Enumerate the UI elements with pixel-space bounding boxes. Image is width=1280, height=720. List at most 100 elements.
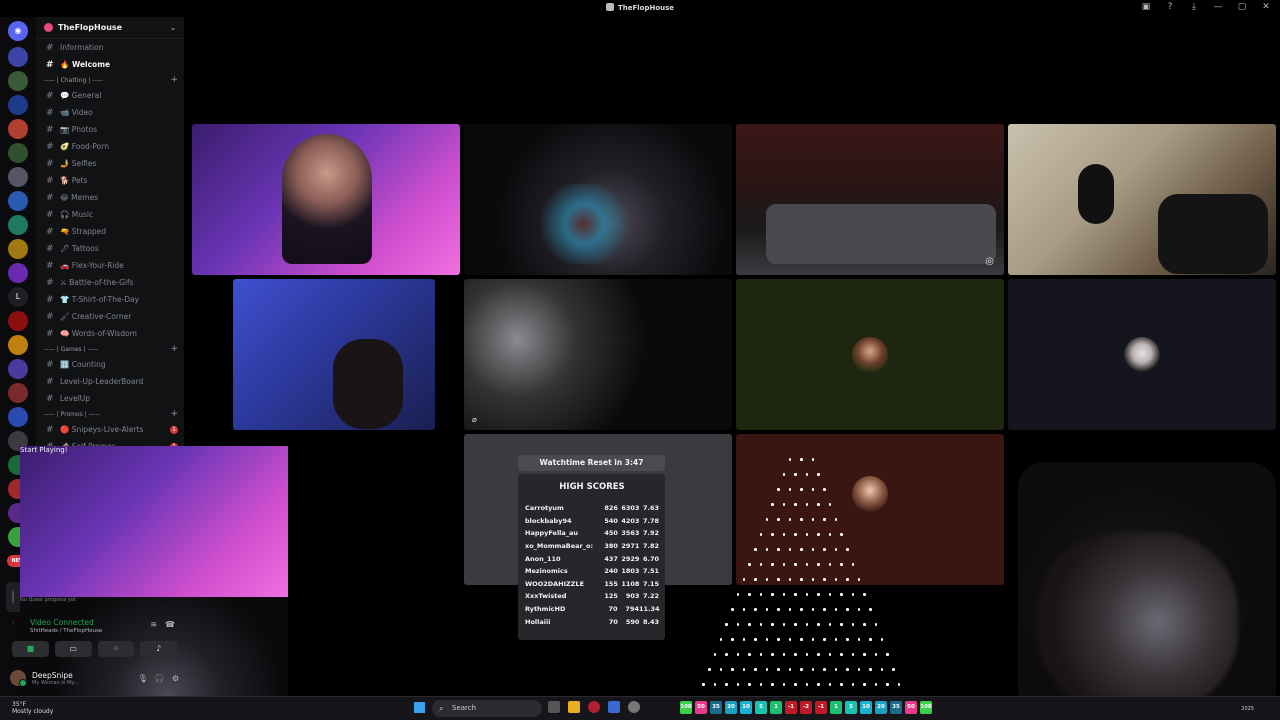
windows-start-icon[interactable] — [414, 702, 425, 713]
file-explorer-icon[interactable] — [568, 701, 580, 713]
inbox-icon[interactable]: ▣ — [1140, 2, 1152, 12]
video-tile[interactable] — [192, 124, 460, 275]
server-icon[interactable] — [8, 119, 28, 139]
text-channel[interactable]: # 🖌 Creative-Corner — [36, 308, 184, 325]
video-tile[interactable] — [1008, 124, 1276, 275]
text-channel[interactable]: # 🔢 Counting — [36, 356, 184, 373]
server-icon[interactable] — [8, 95, 28, 115]
minimize-button[interactable]: — — [1212, 2, 1224, 12]
peg — [817, 563, 820, 566]
direct-messages-icon[interactable]: ◉ — [8, 21, 28, 41]
peg — [771, 503, 774, 506]
video-tile[interactable] — [1018, 462, 1276, 716]
settings-icon[interactable] — [628, 701, 640, 713]
channel-category[interactable]: ----- | Promos | ----- + — [36, 407, 184, 421]
text-channel[interactable]: # 😂 Memes — [36, 189, 184, 206]
peg — [777, 548, 780, 551]
clock[interactable]: 2025 — [1241, 706, 1254, 712]
help-icon[interactable]: ? — [1164, 2, 1176, 12]
gear-icon[interactable]: ⚙ — [172, 674, 179, 683]
headphones-icon[interactable]: 🎧 — [155, 674, 165, 683]
server-icon[interactable] — [8, 47, 28, 67]
server-icon[interactable] — [8, 239, 28, 259]
signal-icon[interactable]: ⫶ — [12, 620, 14, 630]
server-icon[interactable] — [8, 71, 28, 91]
avatar[interactable] — [10, 670, 27, 687]
channel-category[interactable]: ----- | Chatting | ----- + — [36, 73, 184, 87]
server-icon[interactable] — [8, 311, 28, 331]
video-tile[interactable]: ⌀ — [464, 279, 732, 430]
app-icon[interactable] — [588, 701, 600, 713]
activities-button[interactable]: ⁘ — [97, 641, 135, 657]
text-channel[interactable]: # 🖋 Tattoos — [36, 240, 184, 257]
maximize-button[interactable]: ▢ — [1236, 2, 1248, 12]
video-tile[interactable] — [464, 124, 732, 275]
server-icon[interactable] — [8, 143, 28, 163]
text-channel[interactable]: # 🧠 Words-of-Wisdom — [36, 325, 184, 342]
soundboard-button[interactable]: ♪ — [140, 641, 177, 657]
weather-widget[interactable]: 35°F Mostly cloudy — [12, 701, 53, 715]
peg — [805, 563, 809, 566]
add-channel-icon[interactable]: + — [170, 344, 178, 354]
server-icon[interactable] — [8, 383, 28, 403]
channel-label: 🔢 Counting — [60, 360, 106, 369]
server-icon[interactable] — [8, 191, 28, 211]
taskbar-search[interactable]: ⌕ Search — [432, 700, 542, 717]
download-icon[interactable]: ⤓ — [1188, 2, 1200, 12]
text-channel[interactable]: # Level-Up-LeaderBoard — [36, 373, 184, 390]
add-channel-icon[interactable]: + — [170, 409, 178, 419]
text-channel[interactable]: # 👕 T-Shirt-of-The-Day — [36, 291, 184, 308]
hash-icon: # — [46, 90, 54, 101]
peg — [788, 518, 791, 521]
voice-tile[interactable] — [1008, 279, 1276, 430]
text-channel[interactable]: # 📹 Video — [36, 104, 184, 121]
text-channel[interactable]: # 📷 Photos — [36, 121, 184, 138]
text-channel[interactable]: # 🔫 Strapped — [36, 223, 184, 240]
text-channel[interactable]: # LevelUp — [36, 390, 184, 407]
video-tile[interactable]: ◎ — [736, 124, 1004, 275]
text-channel[interactable]: # 🎧 Music — [36, 206, 184, 223]
text-channel[interactable]: # 🔴 Snipeys-Live-Alerts 1 — [36, 421, 184, 438]
noise-suppression-icon[interactable]: ≋ — [150, 620, 157, 629]
peg — [811, 548, 814, 551]
text-channel[interactable]: # 🤳 Selfies — [36, 155, 184, 172]
text-channel[interactable]: # 🔥 Welcome — [36, 56, 184, 73]
score-value: 2929 — [621, 554, 640, 563]
voice-status[interactable]: Video Connected — [30, 618, 94, 627]
app-icon[interactable] — [608, 701, 620, 713]
text-channel[interactable]: # ⚔ Battle-of-the-Gifs — [36, 274, 184, 291]
peg — [782, 533, 786, 536]
text-channel[interactable]: # 🐕 Pets — [36, 172, 184, 189]
microphone-icon[interactable]: 🎙 — [138, 674, 148, 683]
server-icon[interactable] — [8, 167, 28, 187]
video-feed — [534, 184, 634, 264]
activity-panel[interactable]: Start Playing! No Quest progress yet — [6, 446, 288, 720]
close-button[interactable]: ✕ — [1260, 2, 1272, 12]
server-icon[interactable] — [8, 263, 28, 283]
video-tile[interactable] — [233, 279, 435, 430]
screen-share-button[interactable]: ▭ — [54, 641, 92, 657]
server-icon[interactable]: L — [8, 287, 28, 307]
multiplier-tray: 100 50 35 20 10 5 1 -1 -2 -1 1 5 10 20 35 50 100 — [680, 701, 932, 714]
server-icon[interactable] — [8, 407, 28, 427]
peg — [794, 653, 797, 656]
add-channel-icon[interactable]: + — [170, 75, 178, 85]
text-channel[interactable]: # 🚗 Flex-Your-Ride — [36, 257, 184, 274]
user-status: My Woman Is My... — [32, 679, 79, 686]
camera-button[interactable]: ■ — [12, 641, 49, 657]
server-icon[interactable] — [8, 359, 28, 379]
text-channel[interactable]: # Information — [36, 39, 184, 56]
disconnect-icon[interactable]: ☎ — [165, 620, 175, 629]
channel-category[interactable]: ----- | Games | ----- + — [36, 342, 184, 356]
channel-label: 🤳 Selfies — [60, 159, 97, 168]
server-header[interactable]: TheFlopHouse ⌄ — [36, 17, 184, 39]
text-channel[interactable]: # 🥑 Food-Porn — [36, 138, 184, 155]
text-channel[interactable]: # 💬 General — [36, 87, 184, 104]
voice-connection-panel: ⫶ Video Connected ShitHeads / TheFlopHou… — [6, 614, 183, 664]
server-icon[interactable] — [8, 215, 28, 235]
username[interactable]: DeepSnipe — [32, 671, 78, 680]
peg — [748, 623, 751, 626]
server-icon[interactable] — [8, 335, 28, 355]
task-view-icon[interactable] — [548, 701, 560, 713]
voice-tile[interactable] — [736, 279, 1004, 430]
